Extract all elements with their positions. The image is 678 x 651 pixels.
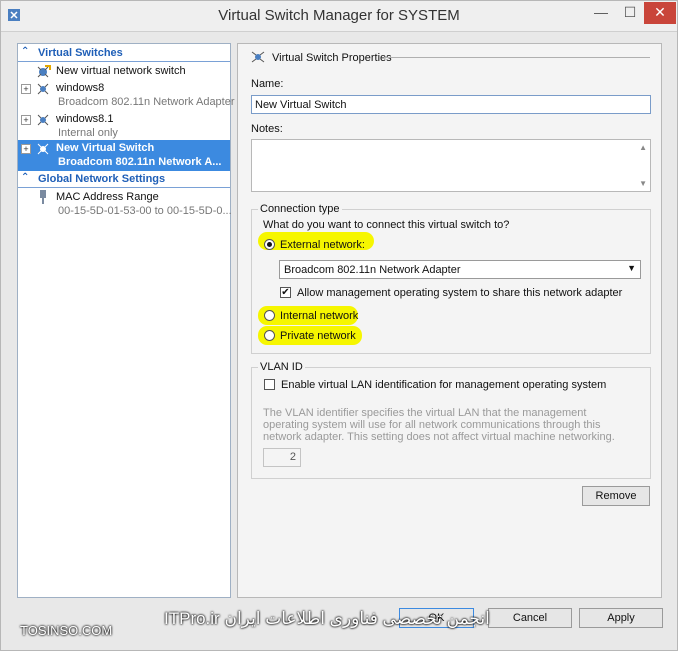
internal-network-label: Internal network	[280, 310, 359, 322]
title-bar: Virtual Switch Manager for SYSTEM — ☐ ✕	[1, 1, 677, 32]
external-adapter-value: Broadcom 802.11n Network Adapter	[284, 264, 461, 276]
virtual-switches-header-label: Virtual Switches	[38, 47, 123, 59]
notes-label: Notes:	[251, 123, 283, 135]
allow-mgmt-checkbox[interactable]: ✔	[280, 287, 291, 298]
virtual-switches-header[interactable]: ⌃ Virtual Switches	[18, 46, 230, 62]
maximize-button[interactable]: ☐	[616, 2, 644, 24]
expand-plus-icon[interactable]: +	[21, 115, 31, 125]
network-switch-icon	[37, 143, 49, 155]
window-title: Virtual Switch Manager for SYSTEM	[218, 7, 460, 24]
external-network-radio[interactable]	[264, 239, 275, 250]
virtual-switch-manager-window: Virtual Switch Manager for SYSTEM — ☐ ✕ …	[0, 0, 678, 651]
properties-pane: Virtual Switch Properties Name: New Virt…	[237, 43, 662, 598]
watermark-center: انجمن تخصصی فناوری اطلاعات ایران ITPro.i…	[164, 609, 490, 628]
new-switch-label: New virtual network switch	[56, 65, 186, 77]
connection-question: What do you want to connect this virtual…	[263, 219, 510, 231]
vlan-enable-label: Enable virtual LAN identification for ma…	[281, 379, 607, 391]
switch-item-windows8-1[interactable]: + windows8.1 Internal only	[18, 111, 230, 140]
global-network-settings-header[interactable]: ⌃ Global Network Settings	[18, 172, 230, 188]
network-switch-icon	[37, 114, 49, 126]
remove-button[interactable]: Remove	[582, 486, 650, 506]
minimize-button[interactable]: —	[586, 2, 616, 24]
vlan-help-text: The VLAN identifier specifies the virtua…	[263, 407, 615, 443]
collapse-chevron-icon: ⌃	[21, 172, 30, 183]
expand-plus-icon[interactable]: +	[21, 144, 31, 154]
private-network-radio[interactable]	[264, 330, 275, 341]
network-switch-icon	[251, 51, 265, 63]
switch-detail: Broadcom 802.11n Network A...	[58, 156, 222, 168]
name-input[interactable]: New Virtual Switch	[251, 95, 651, 114]
mac-range-label: MAC Address Range	[56, 191, 159, 203]
network-switch-icon	[37, 83, 49, 95]
mac-address-range-item[interactable]: MAC Address Range 00-15-5D-01-53-00 to 0…	[18, 189, 232, 221]
switch-detail: Internal only	[58, 127, 118, 139]
switch-item-windows8[interactable]: + windows8 Broadcom 802.11n Network Adap…	[18, 80, 235, 111]
name-label: Name:	[251, 78, 284, 90]
collapse-chevron-icon: ⌃	[21, 46, 30, 57]
close-button[interactable]: ✕	[644, 2, 676, 24]
apply-button[interactable]: Apply	[579, 608, 663, 628]
vlan-enable-checkbox[interactable]	[264, 379, 275, 390]
new-switch-icon	[37, 65, 51, 78]
switch-name: New Virtual Switch	[56, 142, 155, 154]
expand-plus-icon[interactable]: +	[21, 84, 31, 94]
notes-textarea[interactable]: ▲ ▼	[251, 139, 651, 192]
connection-type-label: Connection type	[258, 203, 342, 215]
mac-range-value: 00-15-5D-01-53-00 to 00-15-5D-0...	[58, 205, 232, 217]
scroll-down-icon[interactable]: ▼	[639, 179, 647, 188]
scroll-up-icon[interactable]: ▲	[639, 143, 647, 152]
switch-name: windows8.1	[56, 113, 114, 125]
private-network-label: Private network	[280, 330, 356, 342]
new-virtual-switch-item[interactable]: New virtual network switch	[18, 63, 230, 80]
title-divider	[384, 57, 650, 58]
allow-mgmt-label: Allow management operating system to sha…	[297, 287, 623, 299]
switch-detail: Broadcom 802.11n Network Adapter	[58, 96, 235, 108]
switch-name: windows8	[56, 82, 105, 94]
navigation-tree: ⌃ Virtual Switches New virtual network s…	[17, 43, 235, 598]
external-adapter-select[interactable]: Broadcom 802.11n Network Adapter ▼	[279, 260, 641, 279]
internal-network-radio[interactable]	[264, 310, 275, 321]
vlan-id-spinbox[interactable]: 2	[263, 448, 301, 467]
properties-title: Virtual Switch Properties	[272, 52, 392, 64]
external-network-label: External network:	[280, 239, 365, 251]
network-cable-icon	[40, 190, 46, 204]
global-header-label: Global Network Settings	[38, 173, 166, 185]
chevron-down-icon: ▼	[627, 263, 636, 273]
watermark-site: TOSINSO.COM	[20, 623, 113, 638]
cancel-button[interactable]: Cancel	[488, 608, 572, 628]
switch-item-new-virtual-switch[interactable]: + New Virtual Switch Broadcom 802.11n Ne…	[18, 140, 230, 171]
vlan-group-label: VLAN ID	[258, 361, 305, 373]
